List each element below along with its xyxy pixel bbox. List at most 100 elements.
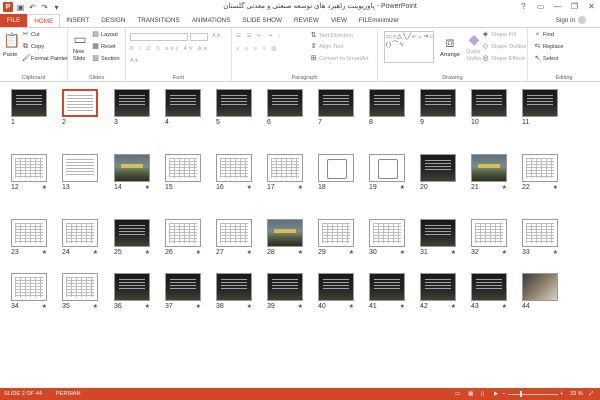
new-slide-button[interactable]: New xyxy=(73,49,84,55)
zoom-slider-track[interactable] xyxy=(508,394,558,395)
transition-star-icon[interactable]: ★ xyxy=(93,249,98,256)
slide-thumbnail[interactable]: 15 xyxy=(165,154,201,191)
zoom-out-button[interactable]: − xyxy=(502,391,505,397)
slide-thumbnail[interactable]: 8 xyxy=(369,89,405,126)
slide-thumbnail[interactable]: 38 ★ xyxy=(216,273,252,310)
slide-thumbnail[interactable]: 2 xyxy=(62,89,98,126)
slide-thumbnail[interactable]: 27 ★ xyxy=(216,219,252,256)
transition-star-icon[interactable]: ★ xyxy=(145,184,150,191)
font-size-combo[interactable] xyxy=(190,33,208,41)
normal-view-icon[interactable]: ▭ xyxy=(455,391,460,397)
slide-thumbnail[interactable]: 33 ★ xyxy=(522,219,558,256)
redo-icon[interactable]: ↷ xyxy=(40,3,49,12)
slide-thumbnail[interactable]: 34 ★ xyxy=(11,273,47,310)
tab-design[interactable]: DESIGN xyxy=(95,14,131,27)
transition-star-icon[interactable]: ★ xyxy=(247,184,252,191)
slide-thumbnail[interactable]: 26 ★ xyxy=(165,219,201,256)
slide-preview[interactable] xyxy=(369,154,405,182)
slide-preview[interactable] xyxy=(216,89,252,117)
transition-star-icon[interactable]: ★ xyxy=(553,249,558,256)
slide-thumbnail[interactable]: 18 xyxy=(318,154,354,191)
slide-preview[interactable] xyxy=(420,154,456,182)
language-indicator[interactable]: PERSIAN xyxy=(56,391,81,397)
slide-preview[interactable] xyxy=(114,219,150,247)
reset-button[interactable]: ▦ Reset xyxy=(92,43,115,50)
slide-thumbnail[interactable]: 14 ★ xyxy=(114,154,150,191)
slide-preview[interactable] xyxy=(11,154,47,182)
slideshow-view-icon[interactable]: ▶ xyxy=(494,391,498,397)
reading-view-icon[interactable]: ▯ xyxy=(481,391,484,397)
slide-thumbnail[interactable]: 42 ★ xyxy=(420,273,456,310)
transition-star-icon[interactable]: ★ xyxy=(93,303,98,310)
slide-preview[interactable] xyxy=(318,273,354,301)
tab-file[interactable]: FILE xyxy=(0,14,28,27)
slide-preview[interactable] xyxy=(318,89,354,117)
slide-thumbnail[interactable]: 44 xyxy=(522,273,558,310)
slide-thumbnail[interactable]: 4 xyxy=(165,89,201,126)
font-color-icon[interactable]: A ▾ xyxy=(130,58,138,64)
slide-thumbnail[interactable]: 9 xyxy=(420,89,456,126)
transition-star-icon[interactable]: ★ xyxy=(400,184,405,191)
slide-preview[interactable] xyxy=(522,89,558,117)
slide-preview[interactable] xyxy=(165,273,201,301)
ribbon-display-icon[interactable]: ▭ xyxy=(532,0,549,13)
transition-star-icon[interactable]: ★ xyxy=(298,303,303,310)
fit-to-window-icon[interactable]: ⤢ xyxy=(589,391,593,398)
tab-review[interactable]: REVIEW xyxy=(288,14,325,27)
tab-slide-show[interactable]: SLIDE SHOW xyxy=(236,14,288,27)
transition-star-icon[interactable]: ★ xyxy=(349,249,354,256)
slide-thumbnail[interactable]: 35 ★ xyxy=(62,273,98,310)
slide-preview[interactable] xyxy=(62,219,98,247)
quick-styles-button[interactable]: Quick xyxy=(466,49,480,55)
shape-fill-button[interactable]: ◈ Shape Fill xyxy=(482,31,516,38)
slide-thumbnail[interactable]: 13 xyxy=(62,154,98,191)
tab-view[interactable]: VIEW xyxy=(325,14,353,27)
slide-thumbnail[interactable]: 41 ★ xyxy=(369,273,405,310)
slide-thumbnail[interactable]: 22 ★ xyxy=(522,154,558,191)
slide-preview[interactable] xyxy=(62,89,98,117)
slide-preview[interactable] xyxy=(216,219,252,247)
convert-smartart-button[interactable]: ⊞ Convert to SmartArt xyxy=(310,55,369,62)
slide-thumbnail[interactable]: 31 ★ xyxy=(420,219,456,256)
copy-button[interactable]: ⧉ Copy xyxy=(22,43,44,50)
slide-thumbnail[interactable]: 11 xyxy=(522,89,558,126)
transition-star-icon[interactable]: ★ xyxy=(451,303,456,310)
slide-preview[interactable] xyxy=(522,219,558,247)
zoom-slider-handle[interactable] xyxy=(520,391,522,397)
slide-thumbnail[interactable]: 39 ★ xyxy=(267,273,303,310)
cut-button[interactable]: ✂ Cut xyxy=(22,31,40,38)
slide-thumbnail[interactable]: 40 ★ xyxy=(318,273,354,310)
restore-icon[interactable]: ❐ xyxy=(566,0,583,13)
grow-font-icon[interactable]: A A xyxy=(212,33,220,39)
transition-star-icon[interactable]: ★ xyxy=(502,303,507,310)
slide-thumbnail[interactable]: 1 xyxy=(11,89,47,126)
slide-thumbnail[interactable]: 19 ★ xyxy=(369,154,405,191)
tab-insert[interactable]: INSERT xyxy=(60,14,95,27)
slide-thumbnail[interactable]: 6 xyxy=(267,89,303,126)
format-painter-button[interactable]: 🖌 Format Painter xyxy=(22,55,68,62)
slide-preview[interactable] xyxy=(216,154,252,182)
slide-preview[interactable] xyxy=(11,89,47,117)
slide-preview[interactable] xyxy=(522,273,558,301)
slide-preview[interactable] xyxy=(11,273,47,301)
slide-thumbnail[interactable]: 24 ★ xyxy=(62,219,98,256)
transition-star-icon[interactable]: ★ xyxy=(502,249,507,256)
align-buttons[interactable]: ≡ ≡ ≡ ≡ ▥ xyxy=(236,46,279,52)
undo-icon[interactable]: ↶ xyxy=(28,3,37,12)
slide-preview[interactable] xyxy=(267,273,303,301)
transition-star-icon[interactable]: ★ xyxy=(400,303,405,310)
transition-star-icon[interactable]: ★ xyxy=(247,249,252,256)
slide-thumbnail[interactable]: 43 ★ xyxy=(471,273,507,310)
slide-preview[interactable] xyxy=(471,273,507,301)
paste-button[interactable]: Paste xyxy=(3,52,17,58)
section-button[interactable]: ▥ Section xyxy=(92,55,119,62)
slide-preview[interactable] xyxy=(114,154,150,182)
slide-preview[interactable] xyxy=(522,154,558,182)
transition-star-icon[interactable]: ★ xyxy=(196,303,201,310)
slide-preview[interactable] xyxy=(369,219,405,247)
arrange-button[interactable]: Arrange xyxy=(440,52,460,58)
slide-thumbnail[interactable]: 28 ★ xyxy=(267,219,303,256)
find-button[interactable]: ⌕ Find xyxy=(534,31,554,38)
transition-star-icon[interactable]: ★ xyxy=(298,184,303,191)
transition-star-icon[interactable]: ★ xyxy=(145,249,150,256)
